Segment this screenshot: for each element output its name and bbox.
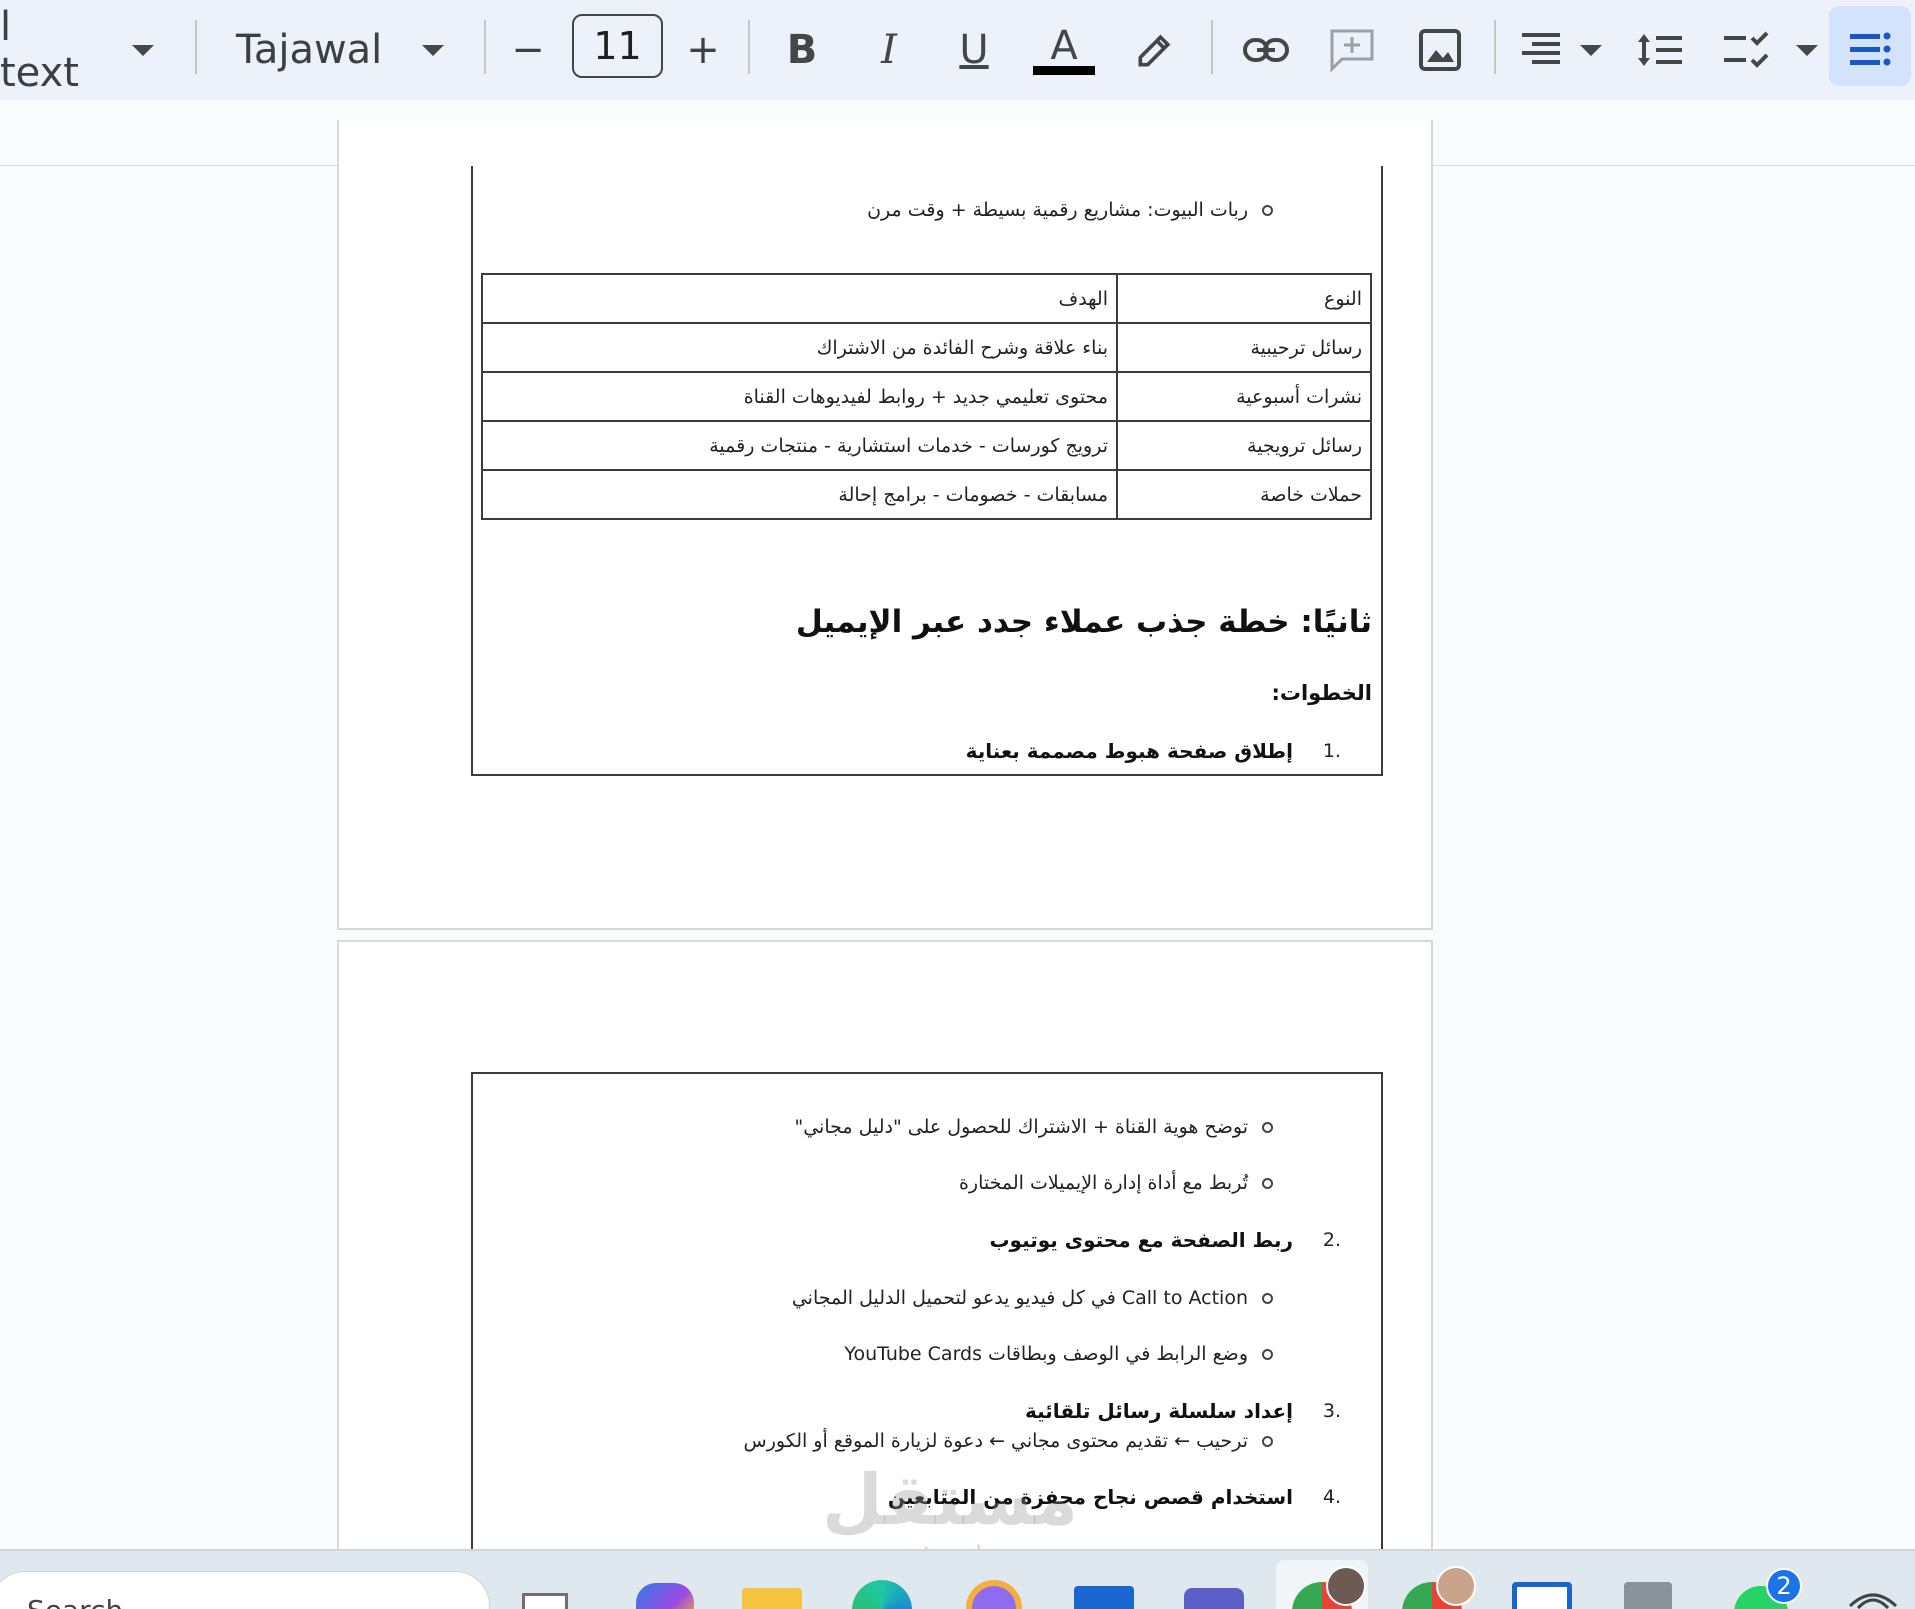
font-family-dropdown-icon[interactable] [418,14,448,86]
text-color-swatch [1033,65,1095,75]
add-comment-icon[interactable] [1324,14,1380,86]
toolbar-divider [1211,20,1213,74]
bullet-circle-icon [1262,1435,1273,1447]
bullet-text: وضع الرابط في الوصف وبطاقات YouTube Card… [844,1343,1248,1365]
list-number: .4 [1322,1486,1341,1508]
toolbar-divider [195,20,197,74]
bulleted-list-icon[interactable] [1842,14,1898,86]
toolbar-divider [1494,20,1496,74]
numbered-list-item: .2 ربط الصفحة مع محتوى يوتيوب [989,1220,1341,1260]
list-item: ربات البيوت: مشاريع رقمية بسيطة + وقت مر… [867,190,1273,230]
line-spacing-icon[interactable] [1632,14,1688,86]
insert-image-icon[interactable] [1412,14,1468,86]
underline-button[interactable]: U [954,14,994,86]
search-label: Search [27,1594,123,1609]
notification-badge: 2 [1766,1568,1802,1604]
content-table: النوع الهدف رسائل ترحيبية بناء علاقة وشر… [481,273,1372,520]
table-cell[interactable]: نشرات أسبوعية [1116,371,1372,422]
text-color-button[interactable]: A [1032,14,1096,86]
bullet-circle-icon [1262,1292,1273,1304]
list-item: تُربط مع أداة إدارة الإيميلات المختارة [959,1163,1273,1203]
table-row: رسائل ترحيبية بناء علاقة وشرح الفائدة من… [481,322,1372,373]
numbered-list-item: .1 إطلاق صفحة هبوط مصممة بعناية [966,731,1341,771]
profile-avatar-2 [1436,1566,1476,1606]
table-cell[interactable]: رسائل ترحيبية [1116,322,1372,373]
table-row: رسائل ترويجية ترويج كورسات - خدمات استشا… [481,420,1372,471]
table-row: نشرات أسبوعية محتوى تعليمي جديد + روابط … [481,371,1372,422]
bullet-circle-icon [1262,1348,1273,1360]
list-item-text: ربط الصفحة مع محتوى يوتيوب [989,1228,1293,1252]
table-header-cell[interactable]: النوع [1116,273,1372,324]
copilot-icon[interactable] [636,1583,694,1609]
file-explorer-icon[interactable] [742,1588,802,1609]
bullet-circle-icon [1262,1177,1273,1189]
align-right-icon[interactable] [1516,14,1566,86]
bullet-circle-icon [1262,204,1273,216]
microsoft-store-icon[interactable] [1074,1586,1134,1609]
list-number: .2 [1322,1229,1341,1251]
insert-link-icon[interactable] [1238,14,1294,86]
profile-avatar-1 [1326,1566,1366,1606]
list-number: .3 [1322,1400,1341,1422]
task-view-icon[interactable] [522,1593,568,1609]
increase-font-size-button[interactable]: + [683,14,723,86]
table-header-cell[interactable]: الهدف [481,273,1118,324]
bullet-text: ربات البيوت: مشاريع رقمية بسيطة + وقت مر… [867,199,1248,221]
list-item: Call to Action في كل فيديو يدعو لتحميل ا… [792,1278,1273,1318]
decrease-font-size-button[interactable]: − [508,14,548,86]
table-cell[interactable]: حملات خاصة [1116,469,1372,520]
list-item: وضع الرابط في الوصف وبطاقات YouTube Card… [844,1334,1273,1374]
remote-desktop-icon[interactable] [1512,1582,1572,1609]
toolbar: l text Tajawal − 11 + B I U A [0,0,1915,100]
section-heading: ثانيًا: خطة جذب عملاء جدد عبر الإيميل [795,604,1372,640]
bullet-text: تُربط مع أداة إدارة الإيميلات المختارة [958,1172,1248,1194]
steps-subheading: الخطوات: [1271,681,1372,705]
table-cell[interactable]: محتوى تعليمي جديد + روابط لفيديوهات القن… [481,371,1118,422]
list-item-text: إعداد سلسلة رسائل تلقائية [1025,1399,1293,1423]
calculator-icon[interactable] [1624,1582,1672,1609]
bullet-text: توضح هوية القناة + الاشتراك للحصول على "… [794,1116,1248,1138]
teams-icon[interactable] [1184,1588,1244,1609]
table-cell[interactable]: رسائل ترويجية [1116,420,1372,471]
paragraph-style-label[interactable]: l text [0,4,100,96]
toolbar-divider [748,20,750,74]
bullet-text: ترحيب ← تقديم محتوى مجاني ← دعوة لزيارة … [743,1430,1248,1452]
watermark-arabic: مستقل [821,1459,1078,1541]
table-row: حملات خاصة مسابقات - خصومات - برامج إحال… [481,469,1372,520]
paragraph-style-dropdown-icon[interactable] [128,14,158,86]
checklist-dropdown-icon[interactable] [1792,14,1822,86]
font-family-label[interactable]: Tajawal [236,14,382,86]
toolbar-divider [484,20,486,74]
highlight-pen-icon[interactable] [1130,14,1180,86]
list-item-text: إطلاق صفحة هبوط مصممة بعناية [965,739,1293,763]
list-number: .1 [1322,740,1341,762]
table-cell[interactable]: ترويج كورسات - خدمات استشارية - منتجات ر… [481,420,1118,471]
italic-button[interactable]: I [869,14,909,86]
bullet-text: Call to Action في كل فيديو يدعو لتحميل ا… [791,1287,1248,1309]
wifi-icon[interactable] [1848,1582,1898,1609]
align-dropdown-icon[interactable] [1576,14,1606,86]
bullet-circle-icon [1262,1121,1273,1133]
bold-button[interactable]: B [782,14,822,86]
list-item: توضح هوية القناة + الاشتراك للحصول على "… [794,1107,1273,1147]
table-cell[interactable]: مسابقات - خصومات - برامج إحالة [481,469,1118,520]
table-cell[interactable]: بناء علاقة وشرح الفائدة من الاشتراك [481,322,1118,373]
list-item: ترحيب ← تقديم محتوى مجاني ← دعوة لزيارة … [744,1421,1273,1461]
checklist-icon[interactable] [1718,14,1774,86]
taskbar-search[interactable]: Search [0,1571,490,1609]
text-color-letter: A [1050,22,1078,69]
table-row: النوع الهدف [481,273,1372,324]
font-size-input[interactable]: 11 [572,14,663,78]
